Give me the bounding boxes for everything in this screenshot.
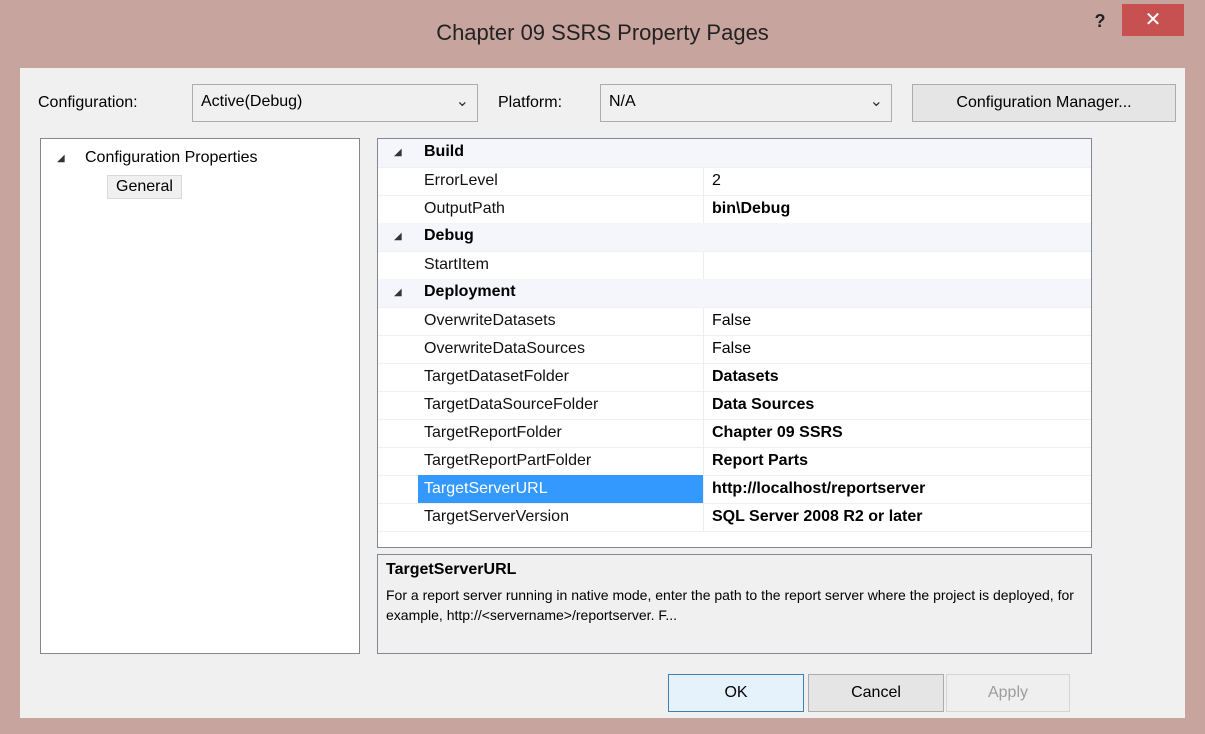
configuration-dropdown[interactable]: Active(Debug) ⌄ (192, 84, 478, 122)
configuration-value: Active(Debug) (201, 93, 303, 110)
property-row-overwrite-datasources[interactable]: OverwriteDataSources False (378, 335, 1091, 364)
property-grid[interactable]: ◢ Build ErrorLevel 2 OutputPath bin\Debu… (377, 138, 1092, 548)
property-name: OutputPath (418, 195, 704, 223)
cancel-button[interactable]: Cancel (808, 674, 944, 712)
dialog-content: Configuration: Active(Debug) ⌄ Platform:… (20, 68, 1185, 718)
property-value[interactable]: Data Sources (706, 391, 814, 419)
platform-dropdown[interactable]: N/A ⌄ (600, 84, 892, 122)
property-row-start-item[interactable]: StartItem (378, 251, 1091, 280)
ok-button[interactable]: OK (668, 674, 804, 712)
property-row-target-reportpart-folder[interactable]: TargetReportPartFolder Report Parts (378, 447, 1091, 476)
category-label: Debug (424, 227, 474, 244)
category-deployment[interactable]: ◢ Deployment (378, 279, 1091, 308)
property-name: TargetServerVersion (418, 503, 704, 531)
collapse-triangle-icon[interactable]: ◢ (57, 153, 65, 164)
properties-tree[interactable]: ◢ Configuration Properties General (40, 138, 360, 654)
collapse-triangle-icon[interactable]: ◢ (394, 231, 402, 242)
apply-button[interactable]: Apply (946, 674, 1070, 712)
category-label: Deployment (424, 283, 516, 300)
property-name: TargetReportFolder (418, 419, 704, 447)
description-panel: TargetServerURL For a report server runn… (377, 554, 1092, 654)
property-row-target-report-folder[interactable]: TargetReportFolder Chapter 09 SSRS (378, 419, 1091, 448)
property-row-target-datasource-folder[interactable]: TargetDataSourceFolder Data Sources (378, 391, 1091, 420)
property-row-overwrite-datasets[interactable]: OverwriteDatasets False (378, 307, 1091, 336)
property-value[interactable]: Chapter 09 SSRS (706, 419, 843, 447)
property-row-error-level[interactable]: ErrorLevel 2 (378, 167, 1091, 196)
property-row-target-server-version[interactable]: TargetServerVersion SQL Server 2008 R2 o… (378, 503, 1091, 532)
platform-label: Platform: (498, 94, 563, 111)
tree-item-general[interactable]: General (107, 175, 182, 199)
category-build[interactable]: ◢ Build (378, 139, 1091, 168)
close-button[interactable]: ✕ (1122, 4, 1184, 36)
chevron-down-icon: ⌄ (455, 93, 469, 110)
property-row-target-server-url[interactable]: TargetServerURL http://localhost/reports… (378, 475, 1091, 504)
collapse-triangle-icon[interactable]: ◢ (394, 287, 402, 298)
property-row-output-path[interactable]: OutputPath bin\Debug (378, 195, 1091, 224)
description-text: For a report server running in native mo… (386, 587, 1074, 623)
property-value[interactable]: Datasets (706, 363, 779, 391)
help-button[interactable]: ? (1086, 8, 1114, 34)
property-value[interactable]: False (706, 307, 751, 335)
property-name: TargetDatasetFolder (418, 363, 704, 391)
collapse-triangle-icon[interactable]: ◢ (394, 147, 402, 158)
category-debug[interactable]: ◢ Debug (378, 223, 1091, 252)
platform-value: N/A (609, 93, 636, 110)
property-name: ErrorLevel (418, 167, 704, 195)
tree-item-configuration-properties[interactable]: Configuration Properties (85, 149, 258, 167)
property-name: StartItem (418, 251, 704, 279)
property-value[interactable]: False (706, 335, 751, 363)
property-row-target-dataset-folder[interactable]: TargetDatasetFolder Datasets (378, 363, 1091, 392)
chevron-down-icon: ⌄ (869, 93, 883, 110)
property-value[interactable]: http://localhost/reportserver (706, 475, 925, 503)
property-name: TargetDataSourceFolder (418, 391, 704, 419)
description-title: TargetServerURL (386, 561, 517, 578)
property-name: OverwriteDataSources (418, 335, 704, 363)
property-value[interactable]: SQL Server 2008 R2 or later (706, 503, 923, 531)
property-name: TargetServerURL (418, 475, 704, 503)
property-value[interactable]: Report Parts (706, 447, 808, 475)
close-icon: ✕ (1144, 9, 1162, 31)
category-label: Build (424, 143, 464, 160)
configuration-label: Configuration: (38, 94, 138, 111)
property-name: OverwriteDatasets (418, 307, 704, 335)
property-value[interactable]: bin\Debug (706, 195, 790, 223)
title-bar[interactable]: Chapter 09 SSRS Property Pages ? ✕ (0, 0, 1205, 68)
property-name: TargetReportPartFolder (418, 447, 704, 475)
configuration-manager-button[interactable]: Configuration Manager... (912, 84, 1176, 122)
property-pages-window: Chapter 09 SSRS Property Pages ? ✕ Confi… (0, 0, 1205, 734)
property-value[interactable] (706, 251, 712, 279)
property-value[interactable]: 2 (706, 167, 721, 195)
window-title: Chapter 09 SSRS Property Pages (436, 20, 769, 45)
